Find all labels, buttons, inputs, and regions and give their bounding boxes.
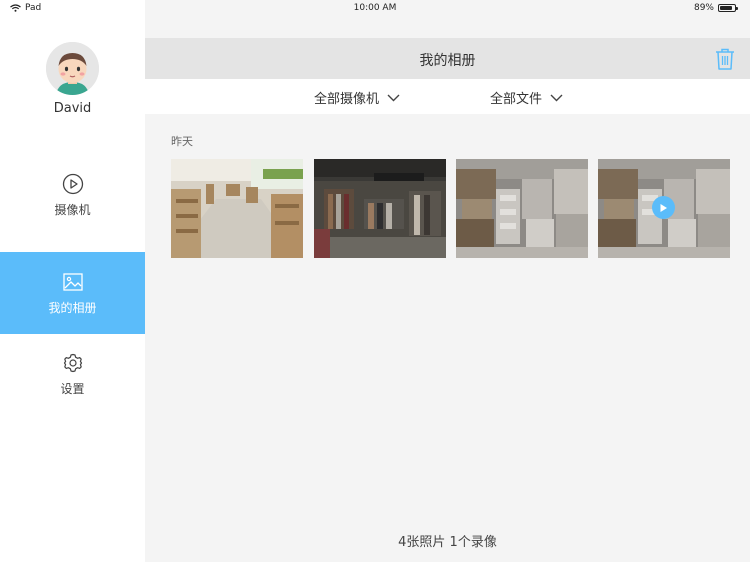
file-filter-dropdown[interactable]: 全部文件: [490, 88, 563, 107]
avatar-face-icon: [46, 42, 99, 95]
gallery-item-photo[interactable]: [314, 159, 446, 258]
play-icon: [660, 203, 667, 212]
play-circle-icon: [62, 173, 83, 194]
filter-bar: 全部摄像机 全部文件: [145, 79, 750, 114]
gallery-item-photo[interactable]: [171, 159, 303, 258]
picture-icon: [62, 272, 83, 291]
sidebar-item-label: 我的相册: [48, 300, 97, 315]
play-button[interactable]: [652, 196, 675, 219]
sidebar-item-settings[interactable]: 设置: [0, 333, 145, 415]
sidebar-item-camera[interactable]: 摄像机: [0, 154, 145, 236]
chevron-down-icon: [550, 94, 563, 101]
page-title: 我的相册: [419, 53, 476, 69]
media-count: 4张照片 1个录像: [398, 535, 497, 550]
gallery-item-photo[interactable]: [456, 159, 588, 258]
trash-icon[interactable]: [714, 47, 736, 71]
status-bar: Pad 10:00 AM 89%: [0, 0, 750, 16]
battery-icon: [718, 4, 738, 12]
warehouse-photo: [456, 159, 588, 258]
status-time: 10:00 AM: [353, 3, 397, 13]
status-battery: 89%: [694, 3, 738, 13]
sidebar-item-my-album[interactable]: 我的相册: [0, 252, 145, 334]
clothing-store-photo: [314, 159, 446, 258]
header: 我的相册: [145, 38, 750, 79]
sidebar: David 摄像机 我的相册 设置: [0, 0, 145, 562]
sidebar-item-label: 设置: [60, 381, 85, 396]
chevron-down-icon: [387, 94, 400, 101]
date-group-label: 昨天: [171, 135, 193, 148]
camera-filter-dropdown[interactable]: 全部摄像机: [314, 88, 400, 107]
restaurant-photo: [171, 159, 303, 258]
user-name: David: [53, 101, 92, 116]
gear-icon: [63, 353, 82, 372]
avatar[interactable]: [46, 42, 99, 95]
sidebar-item-label: 摄像机: [54, 202, 91, 217]
gallery-item-video[interactable]: [598, 159, 730, 258]
